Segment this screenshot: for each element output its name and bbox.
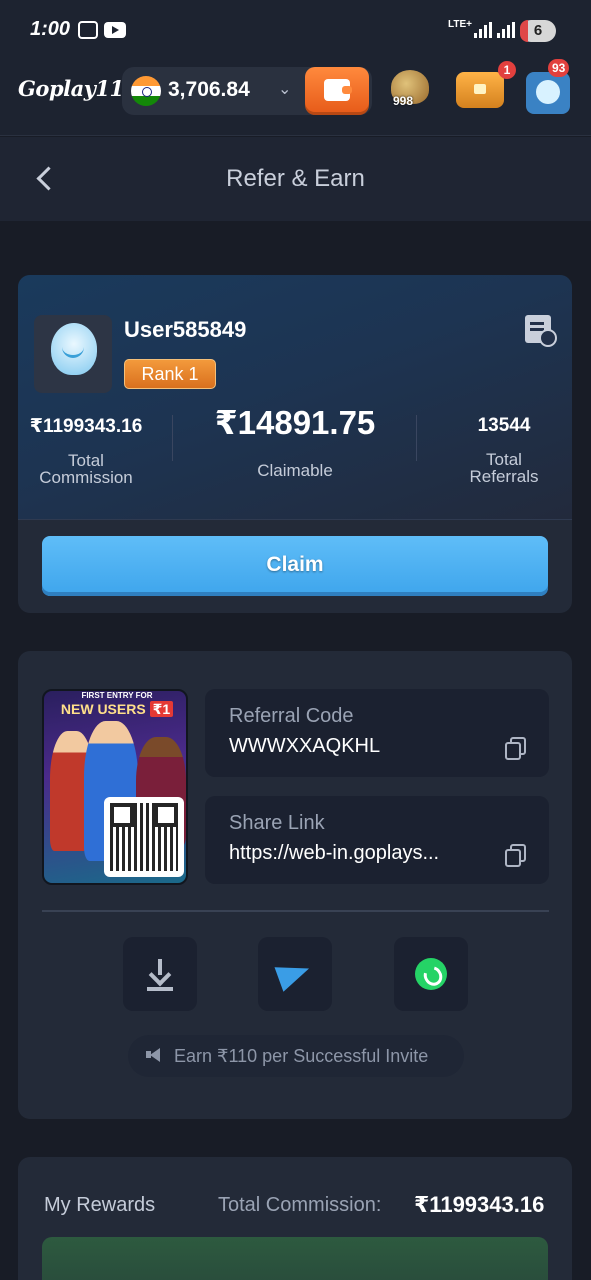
balance-selector[interactable]: 3,706.84 ⌄ — [122, 67, 372, 115]
app-logo[interactable]: Goplay11 — [18, 76, 124, 101]
share-link-value: https://web-in.goplays... — [229, 842, 440, 864]
invite-info: Earn ₹110 per Successful Invite — [128, 1035, 464, 1077]
total-referrals-value: 13544 — [477, 415, 531, 436]
rewards-total-commission-label: Total Commission: — [218, 1194, 382, 1216]
total-referrals-stat: 13544 Total Referrals — [436, 415, 572, 485]
signal-icon-2 — [497, 22, 515, 38]
poster-top-text: FIRST ENTRY FOR — [81, 691, 153, 700]
commission-summary: User585849 Rank 1 ₹1199343.16 Total Comm… — [18, 275, 572, 520]
history-icon[interactable] — [525, 315, 557, 347]
balance-amount: 3,706.84 — [168, 78, 250, 101]
claimable-label: Claimable — [257, 461, 333, 480]
battery-icon: 6 — [520, 20, 556, 42]
telegram-share-button[interactable] — [258, 937, 332, 1011]
copy-icon[interactable] — [505, 737, 526, 760]
referral-code-label: Referral Code — [229, 705, 354, 727]
wallet-icon — [324, 79, 352, 101]
telegram-icon — [274, 956, 314, 992]
avatar-icon — [526, 72, 570, 114]
page-title: Refer & Earn — [226, 165, 365, 192]
wallet-button[interactable] — [305, 67, 369, 115]
referral-code-field[interactable]: Referral Code WWWXXAQKHL — [205, 689, 549, 777]
signal-icon — [474, 22, 492, 38]
qr-pattern — [110, 803, 178, 871]
download-button[interactable] — [123, 937, 197, 1011]
avatar-badge: 93 — [548, 59, 570, 77]
rewards-panel — [42, 1237, 548, 1280]
rank-badge: Rank 1 — [124, 359, 216, 389]
back-arrow-icon[interactable] — [34, 161, 60, 195]
whatsapp-share-button[interactable] — [394, 937, 468, 1011]
my-rewards-title: My Rewards — [44, 1194, 156, 1216]
status-time: 1:00 — [30, 18, 71, 40]
referral-code-value: WWWXXAQKHL — [229, 735, 381, 757]
screenshot-icon — [78, 21, 98, 39]
share-link-label: Share Link — [229, 812, 325, 834]
commission-card: User585849 Rank 1 ₹1199343.16 Total Comm… — [18, 275, 572, 613]
chest-icon — [456, 72, 504, 108]
profile-avatar-button[interactable]: 93 — [524, 59, 570, 114]
youtube-icon — [104, 22, 126, 38]
jar-count: 998 — [393, 94, 414, 108]
app-header: Goplay11 3,706.84 ⌄ 998 1 93 — [0, 59, 591, 136]
divider — [172, 415, 173, 461]
poster-price: ₹1 — [149, 701, 174, 717]
total-referrals-label-2: Referrals — [469, 467, 539, 486]
divider — [416, 415, 417, 461]
chest-badge: 1 — [498, 61, 516, 79]
share-link-field[interactable]: Share Link https://web-in.goplays... — [205, 796, 549, 884]
india-flag-icon — [131, 76, 161, 106]
poster-headline: NEW USERS ₹1 — [44, 701, 186, 718]
chevron-down-icon: ⌄ — [278, 81, 292, 98]
invite-text: Earn ₹110 per Successful Invite — [174, 1046, 429, 1066]
total-commission-value: ₹1199343.16 — [29, 416, 143, 437]
username: User585849 — [124, 317, 247, 342]
referral-poster[interactable]: FIRST ENTRY FOR NEW USERS ₹1 — [42, 689, 188, 885]
poster-main-text: NEW USERS — [60, 701, 146, 717]
total-referrals-label-1: Total — [486, 450, 522, 469]
qr-code — [104, 797, 184, 877]
network-type: LTE+ — [448, 19, 472, 30]
title-bar: Refer & Earn — [0, 137, 591, 221]
divider — [42, 910, 549, 912]
megaphone-icon — [146, 1048, 160, 1062]
rewards-chest-button[interactable]: 1 — [454, 61, 516, 114]
status-bar: 1:00 LTE+ 6 — [0, 0, 591, 62]
claim-button[interactable]: Claim — [42, 536, 548, 596]
treasure-jar-button[interactable]: 998 — [387, 64, 433, 114]
rewards-total-commission-value: ₹1199343.16 — [414, 1192, 545, 1217]
claimable-value: ₹14891.75 — [214, 404, 376, 441]
total-commission-stat: ₹1199343.16 Total Commission — [18, 415, 154, 486]
battery-level: 6 — [533, 22, 543, 39]
referral-card: FIRST ENTRY FOR NEW USERS ₹1 Referral Co… — [18, 651, 572, 1119]
claimable-stat: ₹14891.75 Claimable — [178, 403, 412, 479]
download-base — [147, 987, 173, 991]
whatsapp-icon — [415, 958, 447, 990]
total-commission-label-2: Commission — [39, 468, 133, 487]
total-commission-label-1: Total — [68, 451, 104, 470]
user-avatar — [34, 315, 112, 393]
copy-icon[interactable] — [505, 844, 526, 867]
my-rewards-card: My Rewards Total Commission: ₹1199343.16 — [18, 1157, 572, 1280]
download-icon — [149, 959, 171, 989]
